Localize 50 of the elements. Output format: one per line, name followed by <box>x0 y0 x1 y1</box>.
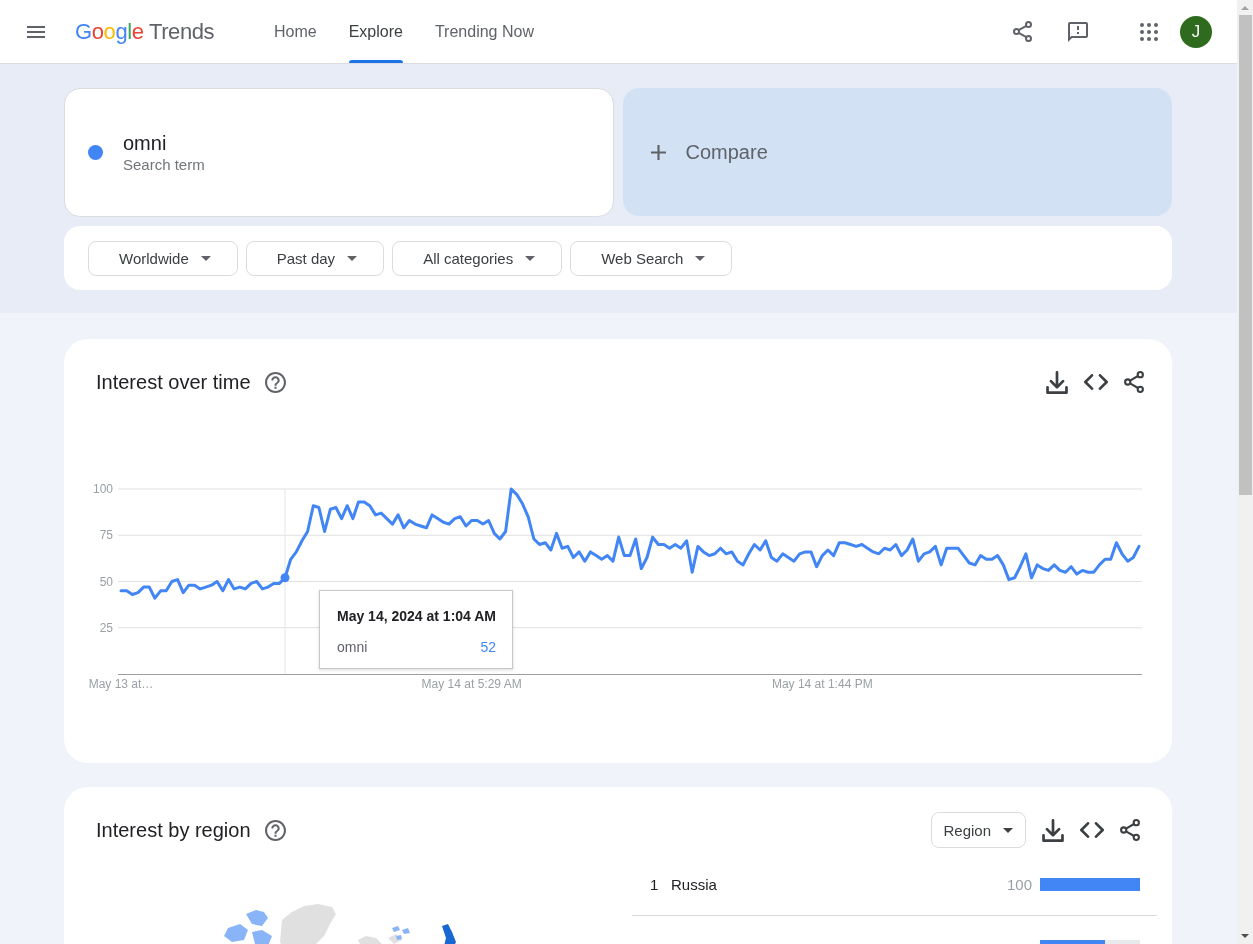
region-rank: 1 <box>650 876 660 893</box>
region-value: 100 <box>1006 876 1032 893</box>
app-logo[interactable]: Google Trends <box>75 18 215 45</box>
nav-tab[interactable]: Trending Now <box>418 0 550 63</box>
search-term[interactable]: omni <box>123 130 205 155</box>
card-title: Interest over time <box>96 370 251 394</box>
share-icon[interactable] <box>1124 371 1144 393</box>
resolution-dropdown[interactable]: Region <box>931 812 1026 848</box>
plus-icon <box>650 144 666 160</box>
feedback-icon[interactable] <box>1068 21 1088 42</box>
filter-dropdown[interactable]: All categories <box>392 240 563 276</box>
y-axis-label: 25 <box>99 620 113 635</box>
x-axis-label: May 14 at 5:29 AM <box>421 677 522 691</box>
help-icon[interactable] <box>264 819 286 841</box>
tooltip-value: 52 <box>480 638 496 655</box>
point-marker-icon <box>280 573 290 583</box>
search-term-caption: Search term <box>123 154 205 175</box>
y-axis-label: 100 <box>92 482 113 496</box>
account-avatar[interactable]: J <box>1180 15 1212 48</box>
y-axis-label: 75 <box>99 528 113 543</box>
nav-tab[interactable]: Home <box>258 0 333 63</box>
share-icon[interactable] <box>1120 819 1140 841</box>
menu-icon[interactable] <box>27 25 45 38</box>
scrollbar-thumb[interactable] <box>1238 15 1252 495</box>
share-icon[interactable] <box>1013 21 1032 42</box>
filter-dropdown[interactable]: Web Search <box>570 240 733 276</box>
apps-icon[interactable] <box>1140 22 1158 41</box>
caret-icon <box>525 255 536 261</box>
compare-button[interactable]: Compare <box>622 88 1172 216</box>
caret-icon <box>347 255 358 261</box>
region-name[interactable]: Russia <box>671 876 1007 893</box>
nav-tab[interactable]: Explore <box>332 0 419 63</box>
caret-icon <box>695 255 706 261</box>
filter-dropdown[interactable]: Past day <box>245 240 385 276</box>
code-icon[interactable] <box>1080 822 1104 838</box>
y-axis-label: 50 <box>99 574 113 589</box>
scroll-down-arrow-icon[interactable] <box>1241 934 1249 938</box>
tooltip-date: May 14, 2024 at 1:04 AM <box>337 607 496 624</box>
caret-icon <box>1003 827 1013 833</box>
filter-dropdown[interactable]: Worldwide <box>88 240 238 276</box>
caret-icon <box>200 255 211 261</box>
card-title: Interest by region <box>96 818 251 842</box>
x-axis-label: May 14 at 1:44 PM <box>771 677 873 691</box>
help-icon[interactable] <box>264 371 286 393</box>
download-icon[interactable] <box>1042 818 1064 842</box>
tooltip-term: omni <box>337 638 368 655</box>
download-icon[interactable] <box>1046 370 1068 394</box>
code-icon[interactable] <box>1084 374 1108 390</box>
scrollbar[interactable] <box>1237 0 1253 944</box>
x-axis-label: May 13 at… <box>88 677 154 691</box>
